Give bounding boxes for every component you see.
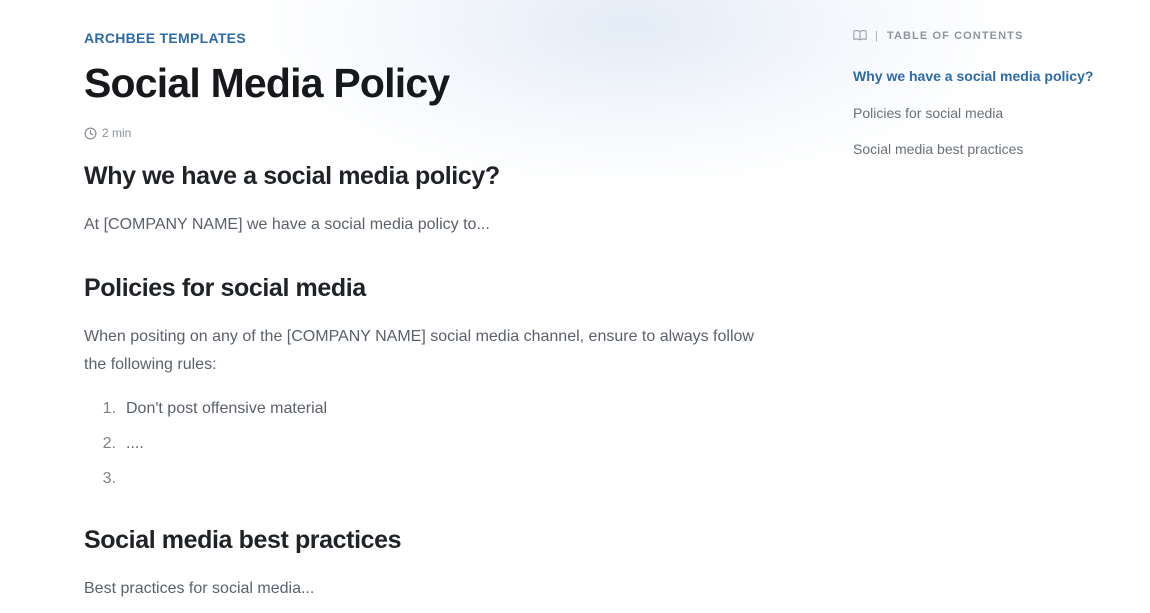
toc-item-policies[interactable]: Policies for social media xyxy=(853,103,1143,140)
page: ARCHBEE TEMPLATES Social Media Policy 2 … xyxy=(0,0,1150,613)
list-item-text: Don't post offensive material xyxy=(126,400,328,417)
section-body-policies: When positing on any of the [COMPANY NAM… xyxy=(84,328,754,373)
toc-separator: | xyxy=(875,30,879,42)
toc-header: | TABLE OF CONTENTS xyxy=(853,28,1143,44)
section-body-why: At [COMPANY NAME] we have a social media… xyxy=(84,216,490,233)
clock-icon xyxy=(84,127,97,140)
list-item-number: 2. xyxy=(102,435,116,452)
section-heading-why: Why we have a social media policy? xyxy=(84,162,500,190)
book-icon xyxy=(853,29,867,44)
list-item-text: .... xyxy=(126,435,144,452)
toc-list: Why we have a social media policy? Polic… xyxy=(853,66,1143,176)
list-item-number: 1. xyxy=(102,400,116,417)
section-body-best-practices: Best practices for social media... xyxy=(84,580,315,597)
section-heading-best-practices: Social media best practices xyxy=(84,526,402,554)
breadcrumb-templates[interactable]: ARCHBEE TEMPLATES xyxy=(84,30,246,46)
toc-item-best-practices[interactable]: Social media best practices xyxy=(853,139,1143,176)
read-time: 2 min xyxy=(84,126,131,140)
toc-heading: TABLE OF CONTENTS xyxy=(886,30,1024,42)
read-time-label: 2 min xyxy=(102,126,132,140)
list-item-number: 3. xyxy=(102,470,116,487)
section-heading-policies: Policies for social media xyxy=(84,274,366,302)
table-of-contents: | TABLE OF CONTENTS Why we have a social… xyxy=(853,28,1143,176)
toc-item-why[interactable]: Why we have a social media policy? xyxy=(853,66,1143,103)
page-title: Social Media Policy xyxy=(84,60,450,106)
